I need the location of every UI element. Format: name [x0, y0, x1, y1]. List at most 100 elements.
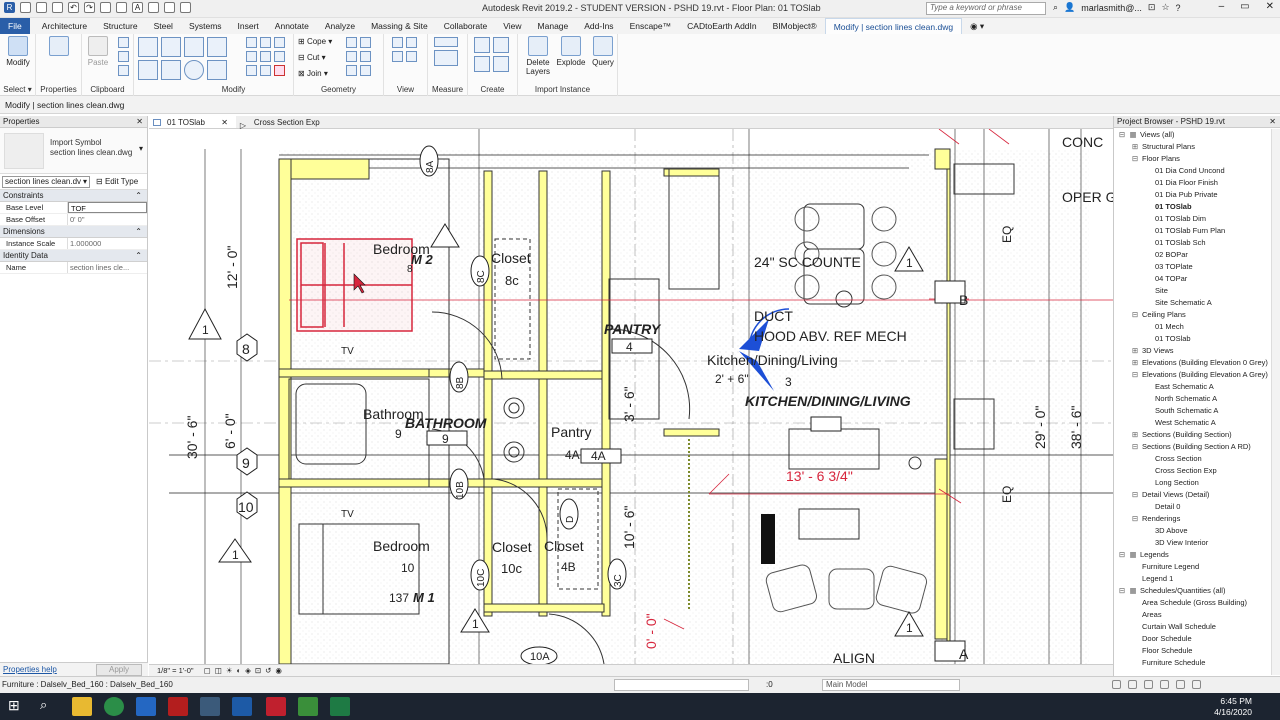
expand-icon[interactable]: ⊞	[1131, 357, 1139, 369]
browser-node[interactable]: ⊟ Ceiling Plans	[1114, 309, 1272, 321]
dimension-0-0[interactable]: 0' - 0"	[643, 613, 659, 649]
collapse-icon[interactable]: ⊟	[1131, 441, 1139, 453]
scale-icon[interactable]	[260, 51, 271, 62]
close-icon[interactable]: ✕	[221, 118, 228, 127]
drag-elements-icon[interactable]	[1176, 680, 1185, 689]
hide-icon[interactable]	[392, 37, 403, 48]
pin-icon[interactable]	[274, 51, 285, 62]
explode-button[interactable]: Explode	[556, 36, 586, 67]
cope-tool-icon[interactable]	[138, 37, 158, 57]
measure-between-icon[interactable]	[434, 37, 458, 47]
query-button[interactable]: Query	[589, 36, 617, 67]
browser-node[interactable]: 01 TOSlab Furn Plan	[1114, 225, 1272, 237]
modify-button[interactable]: Modify	[4, 36, 32, 67]
dimension-2-6[interactable]: 2' + 6"	[715, 372, 749, 386]
cart-icon[interactable]: ⊡	[1148, 2, 1156, 13]
expand-icon[interactable]: ⊞	[1131, 429, 1139, 441]
browser-node[interactable]: ⊟ Detail Views (Detail)	[1114, 489, 1272, 501]
split-face-icon[interactable]	[184, 37, 204, 57]
browser-node[interactable]: ⊟ Elevations (Building Elevation A Grey)	[1114, 369, 1272, 381]
browser-node[interactable]: Areas	[1114, 609, 1272, 621]
rotate-icon[interactable]	[184, 60, 204, 80]
view-tab-01-toslab[interactable]: 01 TOSlab ✕	[149, 116, 236, 128]
browser-node[interactable]: 01 TOSlab	[1114, 333, 1272, 345]
restore-icon[interactable]: ▭	[1240, 1, 1249, 12]
dimension-6-0[interactable]: 6' - 0"	[222, 413, 238, 449]
tab-enscape[interactable]: Enscape™	[622, 18, 680, 34]
create-parts-icon[interactable]	[493, 37, 509, 53]
browser-node[interactable]: Cross Section	[1114, 453, 1272, 465]
revit-logo-icon[interactable]: R	[4, 2, 15, 13]
browser-node[interactable]: Long Section	[1114, 477, 1272, 489]
property-value[interactable]: 0' 0"	[68, 214, 147, 225]
properties-button[interactable]	[45, 36, 73, 58]
browser-node[interactable]: ⊞ Sections (Building Section)	[1114, 429, 1272, 441]
cut-tool-icon[interactable]	[161, 37, 181, 57]
print-icon[interactable]	[100, 2, 111, 13]
browser-node[interactable]: 3D View Interior	[1114, 537, 1272, 549]
tab-file[interactable]: File	[0, 18, 30, 34]
collapse-icon[interactable]: ⊟	[1118, 129, 1126, 141]
delete-icon[interactable]	[274, 65, 285, 76]
browser-node[interactable]: Floor Schedule	[1114, 645, 1272, 657]
browser-node[interactable]: ⊞ 3D Views	[1114, 345, 1272, 357]
tab-systems[interactable]: Systems	[181, 18, 230, 34]
paint-small-icon[interactable]	[360, 51, 371, 62]
tab-manage[interactable]: Manage	[530, 18, 577, 34]
close-icon[interactable]: ✕	[1269, 116, 1276, 128]
browser-node[interactable]: ⊟ ▦ Schedules/Quantities (all)	[1114, 585, 1272, 597]
browser-node[interactable]: 01 TOSlab Sch	[1114, 237, 1272, 249]
collapse-icon[interactable]: ⊟	[1131, 153, 1139, 165]
edit-type-button[interactable]: ⊟ Edit Type	[96, 176, 138, 188]
browser-node[interactable]: West Schematic A	[1114, 417, 1272, 429]
civil-taskbar-icon[interactable]	[298, 697, 318, 716]
browser-node[interactable]: ⊟ Floor Plans	[1114, 153, 1272, 165]
select-dropdown[interactable]: Select ▾	[0, 85, 35, 94]
copy-modify-icon[interactable]	[246, 51, 257, 62]
join-button[interactable]: ⊠ Join ▾	[298, 69, 328, 78]
outlook-icon[interactable]	[136, 697, 156, 716]
property-category[interactable]: Identity Data	[0, 250, 147, 262]
dimension-13-6-3-4[interactable]: 13' - 6 3/4"	[786, 468, 853, 484]
dimension-10-6[interactable]: 10' - 6"	[621, 506, 637, 549]
browser-node[interactable]: Site Schematic A	[1114, 297, 1272, 309]
delete-layers-button[interactable]: Delete Layers	[523, 36, 553, 76]
split-icon[interactable]	[246, 65, 257, 76]
excel-taskbar-icon[interactable]	[330, 697, 350, 716]
tab-collaborate[interactable]: Collaborate	[436, 18, 495, 34]
create-group-icon[interactable]	[474, 56, 490, 72]
redo-icon[interactable]: ↷	[84, 2, 95, 13]
expand-icon[interactable]: ⊞	[1131, 345, 1139, 357]
paste-button[interactable]: Paste	[84, 36, 112, 67]
autocad-taskbar-icon[interactable]	[266, 697, 286, 716]
browser-node[interactable]: 01 Dia Floor Finish	[1114, 177, 1272, 189]
tab-structure[interactable]: Structure	[95, 18, 146, 34]
browser-node[interactable]: 01 TOSlab Dim	[1114, 213, 1272, 225]
app-icon[interactable]	[200, 697, 220, 716]
tab-cadtoearth[interactable]: CADtoEarth AddIn	[679, 18, 764, 34]
measure-icon[interactable]	[116, 2, 127, 13]
tab-steel[interactable]: Steel	[146, 18, 181, 34]
filter-view-icon[interactable]	[392, 51, 403, 62]
remove-paint-icon[interactable]	[360, 65, 371, 76]
browser-scrollbar[interactable]	[1271, 129, 1280, 675]
tab-bimobject[interactable]: BIMobject®	[765, 18, 825, 34]
select-pinned-icon[interactable]	[1144, 680, 1153, 689]
chevron-down-icon[interactable]: ▾	[139, 144, 143, 153]
system-clock[interactable]: 6:45 PM 4/16/2020	[1214, 696, 1252, 718]
close-icon[interactable]: ✕	[136, 116, 143, 128]
property-value[interactable]: 1.000000	[68, 238, 147, 249]
start-icon[interactable]: ⊞	[8, 697, 28, 716]
sync-icon[interactable]	[52, 2, 63, 13]
demolish-icon[interactable]	[360, 37, 371, 48]
undo-icon[interactable]: ↶	[68, 2, 79, 13]
browser-node[interactable]: Detail 0	[1114, 501, 1272, 513]
wall-joins-icon[interactable]	[346, 37, 357, 48]
browser-node[interactable]: ⊞ Elevations (Building Elevation 0 Grey)	[1114, 357, 1272, 369]
aligned-dimension-icon[interactable]	[434, 50, 458, 66]
design-option-select[interactable]: Main Model	[822, 679, 960, 691]
collapse-icon[interactable]: ⊟	[1131, 513, 1139, 525]
view-controls-icons[interactable]: ▢◫☀◐◈⊡↺◉	[204, 666, 286, 675]
browser-node[interactable]: ⊟ ▦ Legends	[1114, 549, 1272, 561]
type-selector[interactable]: Import Symbol section lines clean.dwg ▾	[0, 128, 147, 174]
